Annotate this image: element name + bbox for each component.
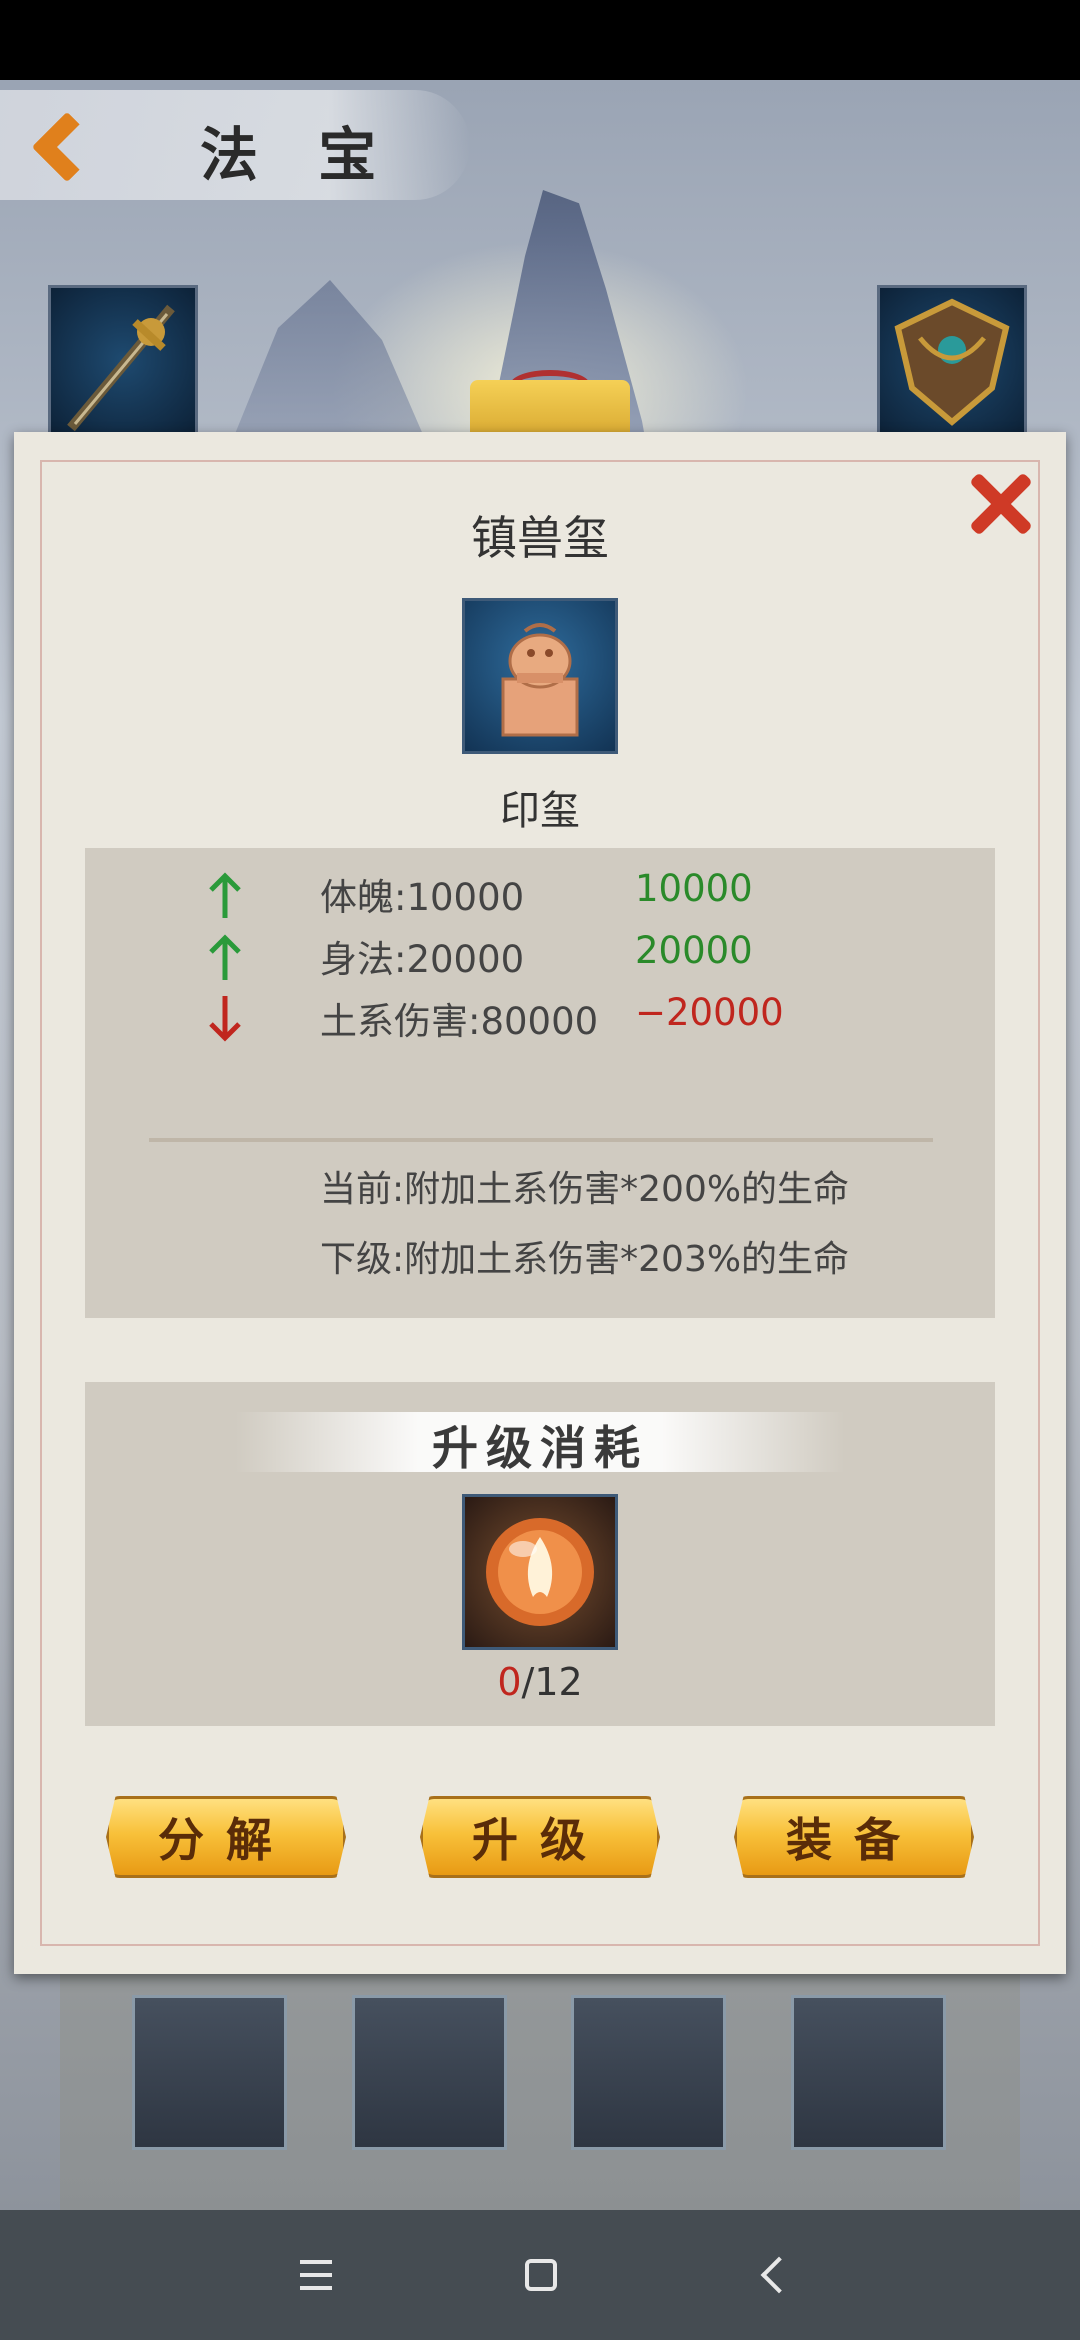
status-bar	[0, 0, 1080, 80]
divider	[149, 1138, 933, 1142]
stat-label: 身法:20000	[320, 938, 525, 981]
equipment-slot-sword[interactable]	[48, 285, 198, 435]
inventory-slot[interactable]	[352, 1995, 507, 2150]
back-button[interactable]	[20, 110, 110, 200]
cost-title: 升级消耗	[432, 1421, 648, 1475]
system-nav-bar	[0, 2210, 1080, 2340]
arrow-up-icon	[209, 872, 241, 918]
arrow-up-icon	[209, 934, 241, 980]
inventory-slot[interactable]	[571, 1995, 726, 2150]
menu-lines-icon	[300, 2286, 332, 2290]
item-detail-dialog: 镇兽玺 印玺 体魄:10000 10000 身法:20000 20000 土系伤…	[14, 432, 1066, 1974]
stat-label: 土系伤害:80000	[320, 1000, 599, 1043]
upgrade-button[interactable]: 升级	[420, 1796, 660, 1878]
item-type: 印玺	[500, 788, 580, 834]
shield-icon	[894, 298, 1010, 426]
cost-have: 0	[497, 1660, 522, 1704]
arrow-down-icon	[209, 996, 241, 1042]
effect-current: 当前:附加土系伤害*200%的生命	[320, 1169, 850, 1210]
equipment-slot-shield[interactable]	[877, 285, 1027, 435]
stat-label: 体魄:10000	[320, 876, 525, 919]
inventory-slot[interactable]	[791, 1995, 946, 2150]
upgrade-cost-panel: 升级消耗 0/12	[85, 1382, 995, 1726]
back-chevron-icon	[31, 111, 103, 183]
menu-lines-icon	[300, 2260, 332, 2264]
recent-apps-button[interactable]	[282, 2240, 352, 2310]
item-icon-frame[interactable]	[462, 598, 618, 754]
system-back-button[interactable]	[740, 2240, 810, 2310]
inventory-slot[interactable]	[132, 1995, 287, 2150]
stat-diff: 20000	[635, 929, 753, 972]
cost-count: 0/12	[85, 1660, 995, 1704]
decompose-button[interactable]: 分解	[106, 1796, 346, 1878]
stat-diff: 10000	[635, 867, 753, 910]
item-name: 镇兽玺	[471, 511, 609, 565]
sword-icon	[67, 304, 175, 432]
stat-row: 土系伤害:80000 −20000	[85, 986, 995, 1046]
stat-row: 身法:20000 20000	[85, 924, 995, 984]
cost-need: /12	[521, 1660, 583, 1704]
stats-panel: 体魄:10000 10000 身法:20000 20000 土系伤害:80000…	[85, 848, 995, 1318]
cost-item-frame[interactable]	[462, 1494, 618, 1650]
menu-lines-icon	[300, 2273, 332, 2277]
seal-top	[470, 380, 630, 440]
home-button[interactable]	[525, 2259, 557, 2291]
stat-diff: −20000	[635, 991, 784, 1034]
seal-icon	[501, 623, 579, 737]
page-title: 法 宝	[200, 121, 397, 189]
stat-row: 体魄:10000 10000	[85, 862, 995, 922]
fire-orb-icon	[486, 1518, 594, 1626]
back-chevron-icon	[760, 2256, 798, 2294]
effect-next: 下级:附加土系伤害*203%的生命	[320, 1239, 850, 1280]
equip-button[interactable]: 装备	[734, 1796, 974, 1878]
